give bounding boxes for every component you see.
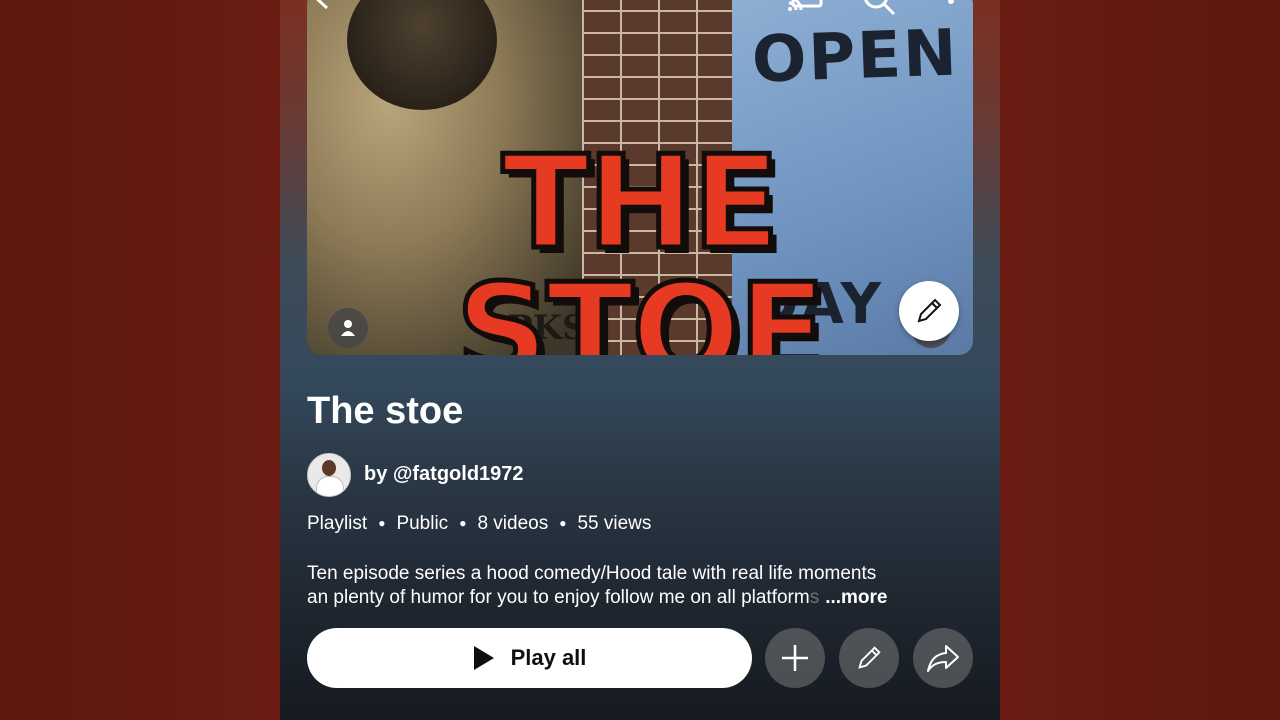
- edit-thumbnail-button[interactable]: [899, 281, 959, 341]
- meta-separator: ●: [559, 516, 567, 530]
- add-to-playlist-button[interactable]: [765, 628, 825, 688]
- meta-type: Playlist: [307, 513, 368, 534]
- thumbnail-open-text: OPEN: [750, 16, 960, 98]
- cast-icon[interactable]: [787, 0, 825, 19]
- phone-screen: OPEN DAY PKS THE STOE The stoe by @fatgo…: [280, 0, 1000, 720]
- share-button[interactable]: [913, 628, 973, 688]
- owner-avatar[interactable]: [307, 453, 351, 497]
- play-icon: [473, 646, 494, 670]
- more-vert-icon[interactable]: [945, 0, 957, 19]
- share-icon: [927, 645, 959, 672]
- description-line-1: Ten episode series a hood comedy/Hood ta…: [307, 563, 877, 584]
- back-arrow-icon[interactable]: [307, 0, 337, 17]
- meta-visibility: Public: [396, 513, 449, 534]
- description-line-2-text: an plenty of humor for you to enjoy foll…: [307, 587, 810, 608]
- play-all-button[interactable]: Play all: [307, 628, 752, 688]
- description-line-2: an plenty of humor for you to enjoy foll…: [307, 586, 957, 610]
- more-link[interactable]: ...more: [825, 587, 887, 608]
- pencil-icon: [858, 646, 881, 669]
- playlist-meta: Playlist ● Public ● 8 videos ● 55 views: [307, 513, 651, 535]
- meta-views: 55 views: [577, 513, 652, 534]
- playlist-description[interactable]: Ten episode series a hood comedy/Hood ta…: [307, 562, 957, 610]
- meta-video-count: 8 videos: [477, 513, 549, 534]
- person-icon: [328, 308, 368, 348]
- play-all-label: Play all: [510, 645, 587, 670]
- owner-handle[interactable]: by @fatgold1972: [364, 463, 524, 486]
- description-fade-text: s: [809, 587, 820, 608]
- playlist-thumbnail[interactable]: OPEN DAY PKS THE STOE: [307, 0, 973, 355]
- edit-playlist-button[interactable]: [839, 628, 899, 688]
- pencil-icon: [917, 298, 942, 323]
- plus-icon: [782, 645, 808, 671]
- right-backdrop: [1000, 0, 1280, 720]
- thumbnail-title: THE STOE: [454, 129, 829, 355]
- search-icon[interactable]: [862, 0, 898, 21]
- meta-separator: ●: [378, 516, 386, 530]
- left-backdrop: [0, 0, 280, 720]
- meta-separator: ●: [459, 516, 467, 530]
- playlist-title: The stoe: [307, 390, 464, 432]
